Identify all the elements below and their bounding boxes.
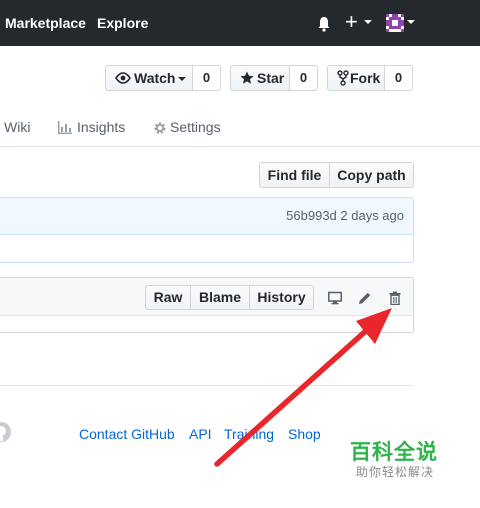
watch-count[interactable]: 0	[193, 65, 221, 91]
commit-meta[interactable]: 56b993d 2 days ago	[286, 208, 404, 223]
nav-marketplace[interactable]: Marketplace	[5, 14, 86, 32]
fork-icon	[337, 70, 349, 86]
bell-icon[interactable]	[317, 16, 331, 32]
copy-path-button[interactable]: Copy path	[329, 162, 414, 188]
tab-insights[interactable]: Insights	[77, 118, 125, 136]
history-button[interactable]: History	[249, 285, 314, 310]
fork-count[interactable]: 0	[385, 65, 413, 91]
blame-button[interactable]: Blame	[190, 285, 250, 310]
avatar[interactable]	[386, 14, 404, 32]
watermark-subtitle: 助你轻松解决	[356, 465, 435, 479]
footer-link-shop[interactable]: Shop	[288, 426, 321, 442]
star-label: Star	[257, 70, 285, 86]
find-file-button[interactable]: Find file	[259, 162, 330, 188]
chevron-down-icon	[178, 77, 186, 81]
watermark-title: 百科全说	[350, 441, 438, 464]
tab-divider	[0, 146, 480, 147]
raw-button[interactable]: Raw	[145, 285, 191, 310]
fork-button[interactable]: Fork	[327, 65, 385, 91]
footer-link-training[interactable]: Training	[224, 426, 274, 442]
eye-icon	[115, 72, 131, 84]
star-count[interactable]: 0	[290, 65, 318, 91]
tab-settings[interactable]: Settings	[170, 118, 221, 136]
top-header: Marketplace Explore +	[0, 0, 480, 46]
chevron-down-icon[interactable]	[364, 20, 372, 24]
plus-icon[interactable]: +	[345, 10, 358, 34]
commit-box: 56b993d 2 days ago	[0, 197, 414, 263]
commit-header: 56b993d 2 days ago	[0, 198, 413, 235]
desktop-icon[interactable]	[328, 291, 342, 305]
fork-label: Fork	[350, 70, 381, 86]
footer-link-api[interactable]: API	[189, 426, 212, 442]
footer-divider	[0, 385, 414, 386]
trash-icon[interactable]	[388, 291, 402, 305]
gear-icon	[154, 122, 166, 134]
nav-explore[interactable]: Explore	[97, 14, 148, 32]
footer-link-contact[interactable]: Contact GitHub	[79, 426, 175, 442]
watch-button[interactable]: Watch	[105, 65, 193, 91]
star-icon	[240, 71, 254, 84]
avatar-chevron-icon[interactable]	[407, 20, 415, 24]
pencil-icon[interactable]	[358, 291, 372, 305]
graph-icon	[58, 121, 72, 134]
watch-label: Watch	[134, 70, 176, 86]
star-button[interactable]: Star	[230, 65, 290, 91]
github-logo-icon[interactable]	[0, 421, 12, 443]
tab-wiki[interactable]: Wiki	[4, 118, 30, 136]
